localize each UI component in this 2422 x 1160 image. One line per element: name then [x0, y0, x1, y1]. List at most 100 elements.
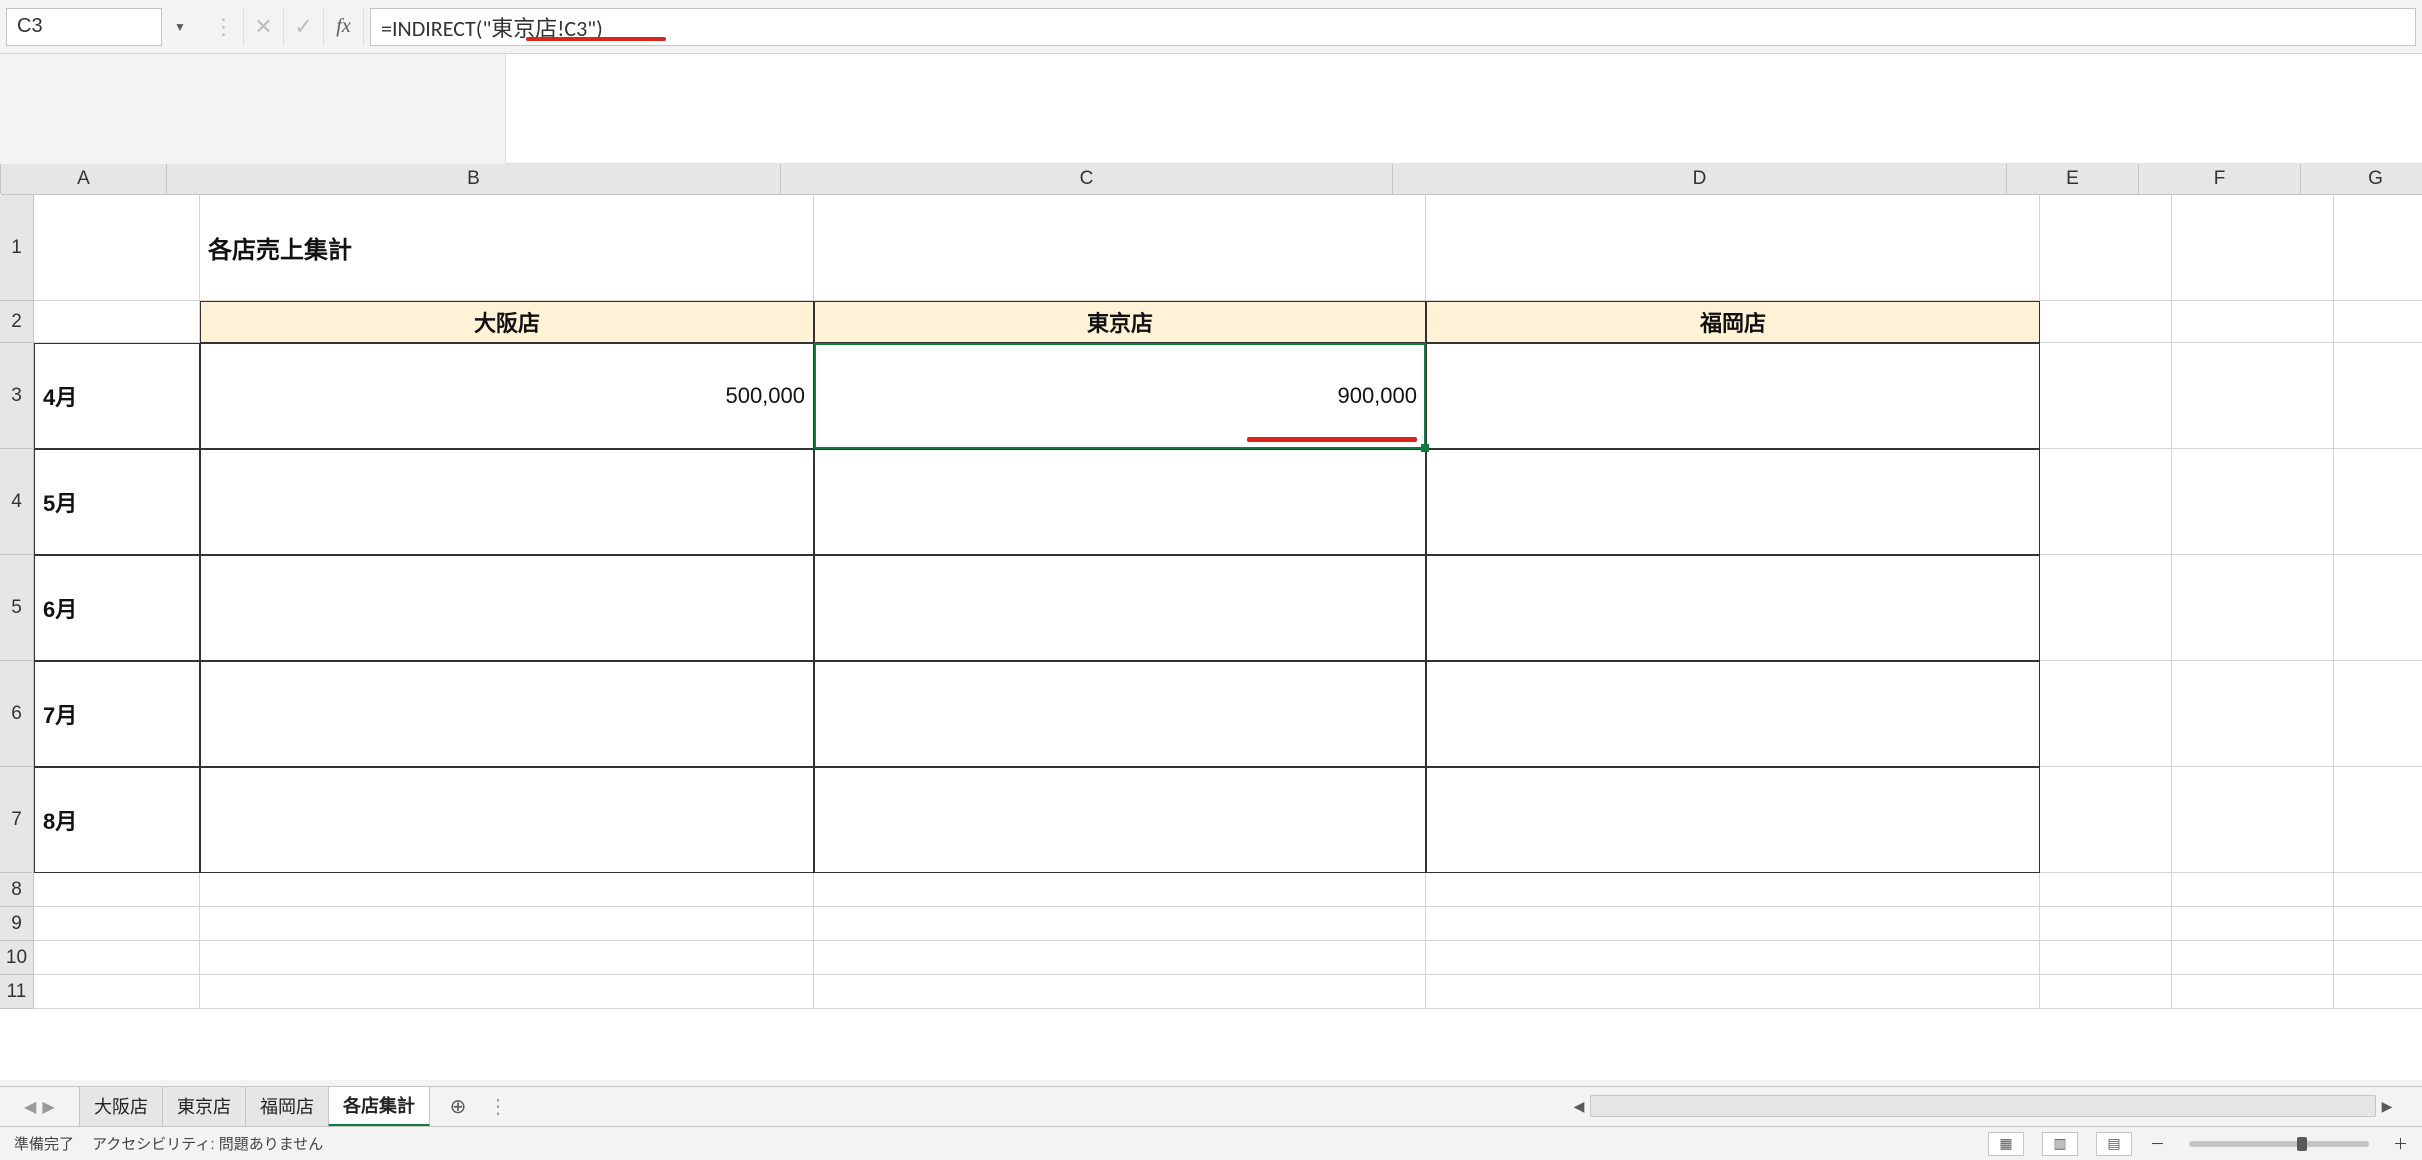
cell-D10[interactable] — [1426, 941, 2040, 975]
cell-E9[interactable] — [2040, 907, 2172, 941]
cell-E1[interactable] — [2040, 195, 2172, 301]
row-header-8[interactable]: 8 — [0, 873, 34, 907]
cell-G1[interactable] — [2334, 195, 2422, 301]
cell-B9[interactable] — [200, 907, 814, 941]
cell-F4[interactable] — [2172, 449, 2334, 555]
cell-C5[interactable] — [814, 555, 1426, 661]
cell-F10[interactable] — [2172, 941, 2334, 975]
cell-A7[interactable]: 8月 — [34, 767, 200, 873]
cell-A5[interactable]: 6月 — [34, 555, 200, 661]
cell-D4[interactable] — [1426, 449, 2040, 555]
cell-G3[interactable] — [2334, 343, 2422, 449]
cell-C8[interactable] — [814, 873, 1426, 907]
row-header-7[interactable]: 7 — [0, 767, 34, 873]
sheet-tab-tokyo[interactable]: 東京店 — [162, 1087, 246, 1127]
name-box[interactable]: C3 — [6, 8, 162, 46]
cell-E6[interactable] — [2040, 661, 2172, 767]
cell-E7[interactable] — [2040, 767, 2172, 873]
cell-D6[interactable] — [1426, 661, 2040, 767]
col-header-C[interactable]: C — [781, 164, 1393, 194]
cell-C11[interactable] — [814, 975, 1426, 1009]
cell-G5[interactable] — [2334, 555, 2422, 661]
row-header-5[interactable]: 5 — [0, 555, 34, 661]
cell-D7[interactable] — [1426, 767, 2040, 873]
col-header-B[interactable]: B — [167, 164, 781, 194]
cell-D1[interactable] — [1426, 195, 2040, 301]
cell-C9[interactable] — [814, 907, 1426, 941]
cell-C1[interactable] — [814, 195, 1426, 301]
cell-G10[interactable] — [2334, 941, 2422, 975]
cell-A3[interactable]: 4月 — [34, 343, 200, 449]
cell-G2[interactable] — [2334, 301, 2422, 343]
cell-G4[interactable] — [2334, 449, 2422, 555]
select-all-corner[interactable] — [0, 164, 1, 194]
sheet-tab-summary[interactable]: 各店集計 — [328, 1087, 430, 1127]
cell-C4[interactable] — [814, 449, 1426, 555]
cell-A6[interactable]: 7月 — [34, 661, 200, 767]
horizontal-scrollbar[interactable]: ◀ ▶ — [1568, 1086, 2398, 1126]
col-header-G[interactable]: G — [2301, 164, 2422, 194]
cell-E5[interactable] — [2040, 555, 2172, 661]
cell-A1[interactable] — [34, 195, 200, 301]
cell-B3[interactable]: 500,000 — [200, 343, 814, 449]
cell-F6[interactable] — [2172, 661, 2334, 767]
view-page-break-icon[interactable]: ▤ — [2096, 1132, 2132, 1156]
zoom-slider[interactable] — [2189, 1141, 2369, 1147]
zoom-in-icon[interactable]: ＋ — [2393, 1133, 2408, 1154]
cell-B6[interactable] — [200, 661, 814, 767]
view-normal-icon[interactable]: ▦ — [1988, 1132, 2024, 1156]
table-header-osaka[interactable]: 大阪店 — [200, 301, 814, 343]
col-header-D[interactable]: D — [1393, 164, 2007, 194]
row-header-9[interactable]: 9 — [0, 907, 34, 941]
cell-G6[interactable] — [2334, 661, 2422, 767]
cell-F5[interactable] — [2172, 555, 2334, 661]
cell-E2[interactable] — [2040, 301, 2172, 343]
cell-F3[interactable] — [2172, 343, 2334, 449]
cell-A2[interactable] — [34, 301, 200, 343]
cell-B4[interactable] — [200, 449, 814, 555]
fx-icon[interactable]: fx — [324, 8, 364, 46]
row-header-1[interactable]: 1 — [0, 195, 34, 301]
sheet-tab-osaka[interactable]: 大阪店 — [79, 1087, 163, 1127]
col-header-A[interactable]: A — [1, 164, 167, 194]
cell-C3[interactable]: 900,000 — [814, 343, 1426, 449]
cell-B8[interactable] — [200, 873, 814, 907]
grid-body[interactable]: 各店売上集計 大阪店 東京店 福岡店 — [34, 195, 2422, 1080]
cell-F9[interactable] — [2172, 907, 2334, 941]
tab-next-icon[interactable]: ▶ — [42, 1097, 54, 1117]
cell-E4[interactable] — [2040, 449, 2172, 555]
table-header-tokyo[interactable]: 東京店 — [814, 301, 1426, 343]
enter-icon[interactable]: ✓ — [284, 8, 324, 46]
cell-B5[interactable] — [200, 555, 814, 661]
col-header-E[interactable]: E — [2007, 164, 2139, 194]
cell-C7[interactable] — [814, 767, 1426, 873]
formula-input[interactable]: =INDIRECT("東京店!C3") — [370, 8, 2416, 46]
formula-vdots-icon[interactable]: ⋮ — [204, 8, 244, 46]
scroll-track[interactable] — [1590, 1095, 2376, 1117]
cell-A8[interactable] — [34, 873, 200, 907]
row-header-11[interactable]: 11 — [0, 975, 34, 1009]
cell-E11[interactable] — [2040, 975, 2172, 1009]
cell-B11[interactable] — [200, 975, 814, 1009]
sheet-tab-fukuoka[interactable]: 福岡店 — [245, 1087, 329, 1127]
tab-prev-icon[interactable]: ◀ — [24, 1097, 36, 1117]
cell-F11[interactable] — [2172, 975, 2334, 1009]
cell-G8[interactable] — [2334, 873, 2422, 907]
cell-D3[interactable] — [1426, 343, 2040, 449]
cell-E8[interactable] — [2040, 873, 2172, 907]
cell-B1-title[interactable]: 各店売上集計 — [200, 195, 814, 301]
name-box-dropdown-icon[interactable]: ▼ — [168, 8, 192, 46]
cell-G11[interactable] — [2334, 975, 2422, 1009]
cell-F8[interactable] — [2172, 873, 2334, 907]
cell-D11[interactable] — [1426, 975, 2040, 1009]
row-header-6[interactable]: 6 — [0, 661, 34, 767]
cell-A4[interactable]: 5月 — [34, 449, 200, 555]
cell-A9[interactable] — [34, 907, 200, 941]
cell-C10[interactable] — [814, 941, 1426, 975]
cell-E3[interactable] — [2040, 343, 2172, 449]
row-header-3[interactable]: 3 — [0, 343, 34, 449]
cell-D5[interactable] — [1426, 555, 2040, 661]
cell-C6[interactable] — [814, 661, 1426, 767]
cell-D9[interactable] — [1426, 907, 2040, 941]
scroll-right-icon[interactable]: ▶ — [2376, 1095, 2398, 1117]
